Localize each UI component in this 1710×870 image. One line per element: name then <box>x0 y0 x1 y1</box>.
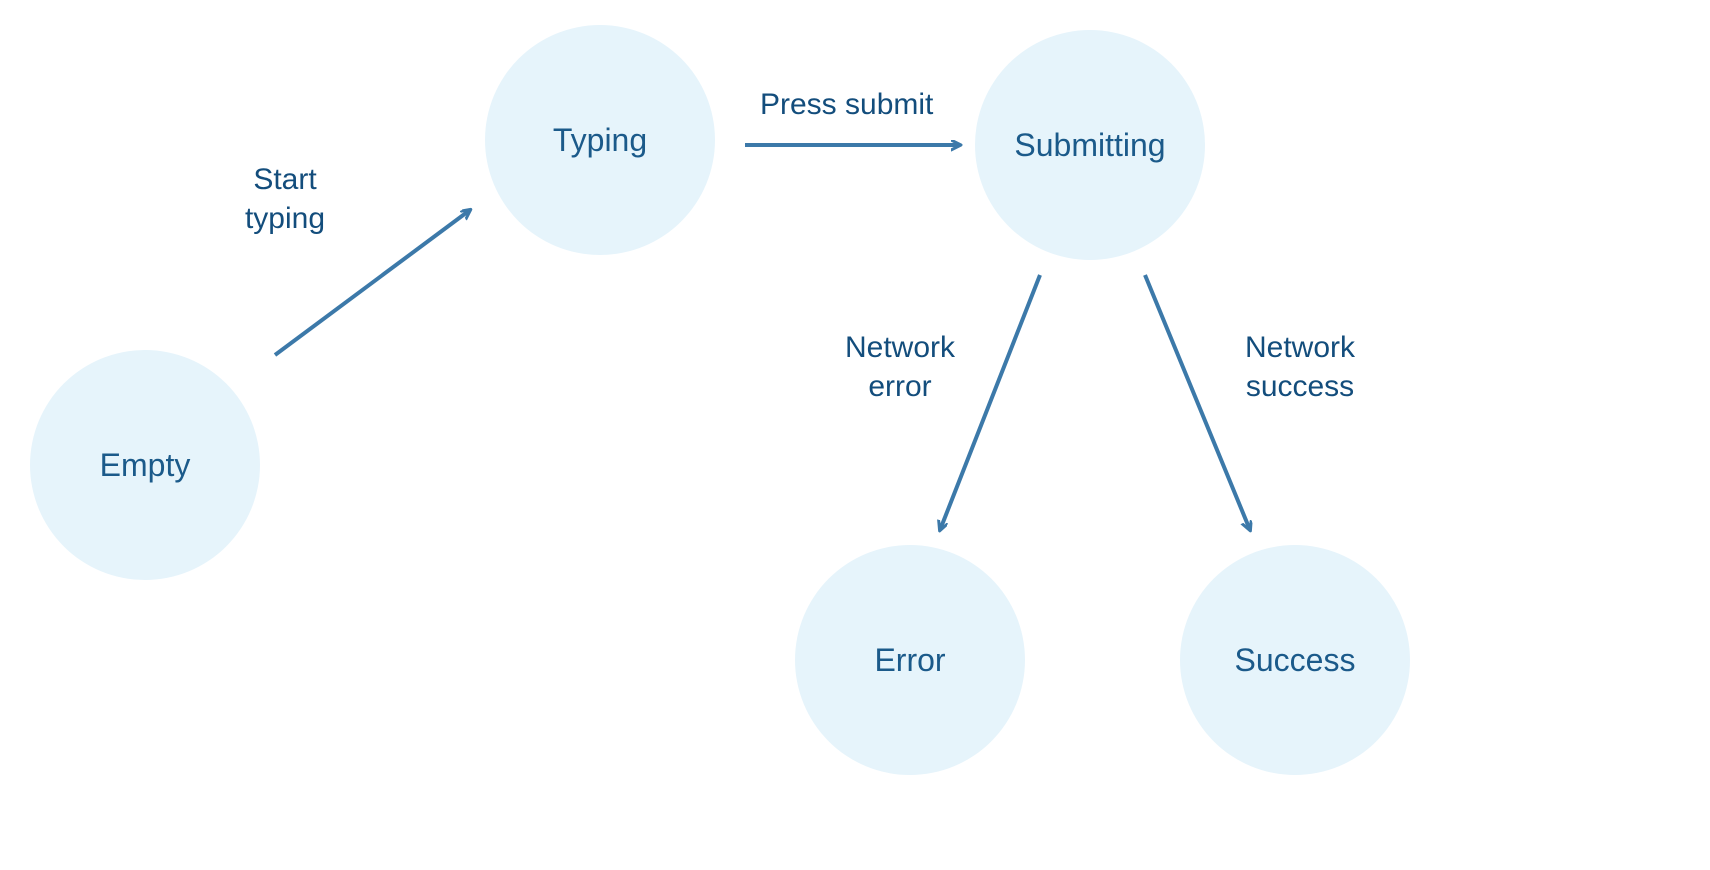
state-node-error: Error <box>795 545 1025 775</box>
edge-label-line: error <box>825 367 975 406</box>
edge-label-line: typing <box>215 199 355 238</box>
edge-label-press-submit: Press submit <box>760 85 933 124</box>
state-label: Success <box>1235 642 1356 679</box>
edge-label-line: Start <box>215 160 355 199</box>
edge-label-line: Network <box>1225 328 1375 367</box>
state-node-empty: Empty <box>30 350 260 580</box>
edge-label-network-error: Network error <box>825 328 975 406</box>
state-label: Typing <box>553 122 647 159</box>
edge-label-start-typing: Start typing <box>215 160 355 238</box>
edge-label-network-success: Network success <box>1225 328 1375 406</box>
state-node-typing: Typing <box>485 25 715 255</box>
state-label: Empty <box>100 447 191 484</box>
edge-label-line: Network <box>825 328 975 367</box>
state-label: Error <box>874 642 945 679</box>
edge-label-text: Press submit <box>760 88 933 121</box>
state-label: Submitting <box>1014 127 1165 164</box>
edge-label-line: success <box>1225 367 1375 406</box>
state-node-submitting: Submitting <box>975 30 1205 260</box>
state-node-success: Success <box>1180 545 1410 775</box>
